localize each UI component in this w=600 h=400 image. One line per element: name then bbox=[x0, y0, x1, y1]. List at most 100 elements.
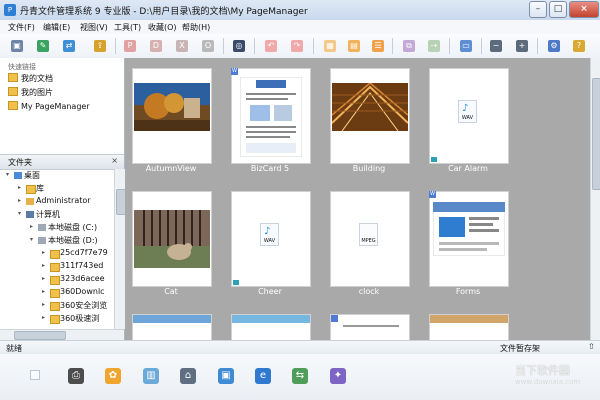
gallery-icon[interactable]: ▣ bbox=[214, 364, 238, 388]
file-card-autumnview[interactable] bbox=[132, 68, 212, 164]
pdf-icon[interactable]: P bbox=[121, 37, 139, 55]
sidebar-scrollbar[interactable] bbox=[114, 169, 126, 329]
paint-icon[interactable]: ✿ bbox=[101, 364, 125, 388]
image-edit-icon[interactable]: ✎ bbox=[34, 37, 52, 55]
bottom-dock: ⎙ ✿ ▥ ⌂ ▣ e ⇆ ✦ 当下软件园 www.downxia.com bbox=[0, 354, 600, 400]
file-card-partial[interactable] bbox=[330, 314, 410, 340]
drive-icon bbox=[38, 224, 46, 231]
expand-icon[interactable]: ▾ bbox=[6, 171, 9, 178]
arrow-left-icon[interactable]: ↶ bbox=[262, 37, 280, 55]
expand-icon[interactable]: ▸ bbox=[42, 262, 45, 269]
convert-icon[interactable]: ⇄ bbox=[60, 37, 78, 55]
file-card-car-alarm[interactable]: ♪ WAV bbox=[429, 68, 509, 164]
tree-label: 本地磁盘 (C:) bbox=[48, 223, 98, 232]
expand-icon[interactable]: ▸ bbox=[30, 223, 33, 230]
fax-icon[interactable]: ⌂ bbox=[176, 364, 200, 388]
menu-edit[interactable]: 编辑(E) bbox=[43, 22, 70, 33]
expand-icon[interactable]: ▸ bbox=[18, 197, 21, 204]
window-titlebar: P 丹青文件管理系统 9 专业版 - D:\用户目录\我的文档\My PageM… bbox=[0, 0, 600, 21]
quick-link-my-pictures[interactable]: 我的图片 bbox=[8, 87, 53, 99]
xps-icon[interactable]: X bbox=[173, 37, 191, 55]
tree-label: 311f743ed bbox=[60, 261, 104, 270]
zoom-in-icon[interactable]: + bbox=[513, 37, 531, 55]
menu-tools[interactable]: 工具(T) bbox=[114, 22, 141, 33]
file-card-bizcard[interactable]: W bbox=[231, 68, 311, 164]
webpage-preview-icon bbox=[433, 202, 505, 256]
scanner-icon[interactable]: ▣ bbox=[8, 37, 26, 55]
view-medium-icon[interactable]: ▤ bbox=[345, 37, 363, 55]
expand-shelf-icon[interactable]: ⇧ bbox=[588, 342, 595, 351]
toolbar-separator bbox=[313, 38, 314, 54]
media-format-label: MPEG bbox=[361, 238, 376, 244]
export-icon[interactable]: ⇪ bbox=[91, 37, 109, 55]
drive-icon bbox=[38, 237, 46, 244]
dock-blank-button[interactable] bbox=[30, 370, 40, 380]
file-card-clock[interactable]: MPEG bbox=[330, 191, 410, 287]
folder-icon bbox=[8, 101, 18, 110]
menu-view[interactable]: 视图(V) bbox=[80, 22, 108, 33]
move-icon[interactable]: ⇢ bbox=[425, 37, 443, 55]
minimize-button[interactable]: – bbox=[529, 1, 547, 18]
browser-icon[interactable]: e bbox=[251, 364, 275, 388]
settings-icon[interactable]: ⚙ bbox=[545, 37, 563, 55]
menu-help[interactable]: 帮助(H) bbox=[182, 22, 210, 33]
status-bar: 就绪 文件暂存架 ⇧ bbox=[0, 340, 600, 354]
tree-label: 计算机 bbox=[36, 210, 60, 219]
expand-icon[interactable]: ▸ bbox=[42, 288, 45, 295]
expand-icon[interactable]: ▸ bbox=[18, 184, 21, 191]
binoculars-icon[interactable]: ◎ bbox=[230, 37, 248, 55]
expand-icon[interactable]: ▾ bbox=[30, 236, 33, 243]
ocr-icon[interactable]: O bbox=[199, 37, 217, 55]
view-large-icon[interactable]: ▦ bbox=[321, 37, 339, 55]
menu-file[interactable]: 文件(F) bbox=[8, 22, 35, 33]
quick-link-pagemanager[interactable]: My PageManager bbox=[8, 101, 90, 113]
document-preview-icon bbox=[240, 77, 302, 157]
book-icon[interactable]: ▥ bbox=[139, 364, 163, 388]
file-label: Cheer bbox=[258, 287, 282, 296]
tree-label: 360Downlc bbox=[60, 287, 105, 296]
doc-icon[interactable]: D bbox=[147, 37, 165, 55]
zoom-out-icon[interactable]: − bbox=[487, 37, 505, 55]
expand-icon[interactable]: ▸ bbox=[42, 249, 45, 256]
folder-icon bbox=[50, 276, 60, 285]
quick-link-my-documents[interactable]: 我的文档 bbox=[8, 73, 53, 85]
file-card-partial[interactable] bbox=[429, 314, 509, 340]
scroll-thumb[interactable] bbox=[14, 331, 66, 340]
expand-icon[interactable]: ▸ bbox=[42, 301, 45, 308]
tools-icon[interactable]: ✦ bbox=[326, 364, 350, 388]
file-label: clock bbox=[358, 287, 380, 296]
screen-icon[interactable]: ▭ bbox=[457, 37, 475, 55]
printer-icon[interactable]: ⎙ bbox=[64, 364, 88, 388]
play-badge-icon bbox=[233, 280, 239, 285]
expand-icon[interactable]: ▾ bbox=[18, 210, 21, 217]
sidebar-hscrollbar[interactable] bbox=[0, 329, 124, 340]
partial-preview-icon bbox=[430, 315, 508, 323]
help-icon[interactable]: ? bbox=[570, 37, 588, 55]
tree-label: 库 bbox=[36, 184, 44, 193]
scroll-thumb[interactable] bbox=[592, 78, 600, 190]
menu-favorites[interactable]: 收藏(O) bbox=[148, 22, 177, 33]
copy-icon[interactable]: ⧉ bbox=[400, 37, 418, 55]
arrow-right-icon[interactable]: ↷ bbox=[288, 37, 306, 55]
file-card-partial[interactable] bbox=[132, 314, 212, 340]
file-card-partial[interactable] bbox=[231, 314, 311, 340]
close-icon[interactable]: × bbox=[111, 156, 118, 165]
audio-format-label: WAV bbox=[461, 115, 474, 121]
expand-icon[interactable]: ▸ bbox=[42, 275, 45, 282]
toolbar-separator bbox=[254, 38, 255, 54]
close-button[interactable]: × bbox=[569, 1, 599, 18]
file-card-building[interactable] bbox=[330, 68, 410, 164]
play-badge-icon bbox=[431, 157, 437, 162]
share-icon[interactable]: ⇆ bbox=[288, 364, 312, 388]
file-card-cheer[interactable]: ♪ WAV bbox=[231, 191, 311, 287]
file-card-cat[interactable] bbox=[132, 191, 212, 287]
view-small-icon[interactable]: ☰ bbox=[369, 37, 387, 55]
maximize-button[interactable]: □ bbox=[549, 1, 567, 18]
expand-icon[interactable]: ▸ bbox=[42, 314, 45, 321]
main-scrollbar[interactable] bbox=[590, 58, 600, 340]
file-card-forms[interactable]: W bbox=[429, 191, 509, 287]
tree-label: 本地磁盘 (D:) bbox=[48, 236, 98, 245]
folder-icon bbox=[50, 263, 60, 272]
toolbar-separator bbox=[537, 38, 538, 54]
folder-icon bbox=[50, 289, 60, 298]
